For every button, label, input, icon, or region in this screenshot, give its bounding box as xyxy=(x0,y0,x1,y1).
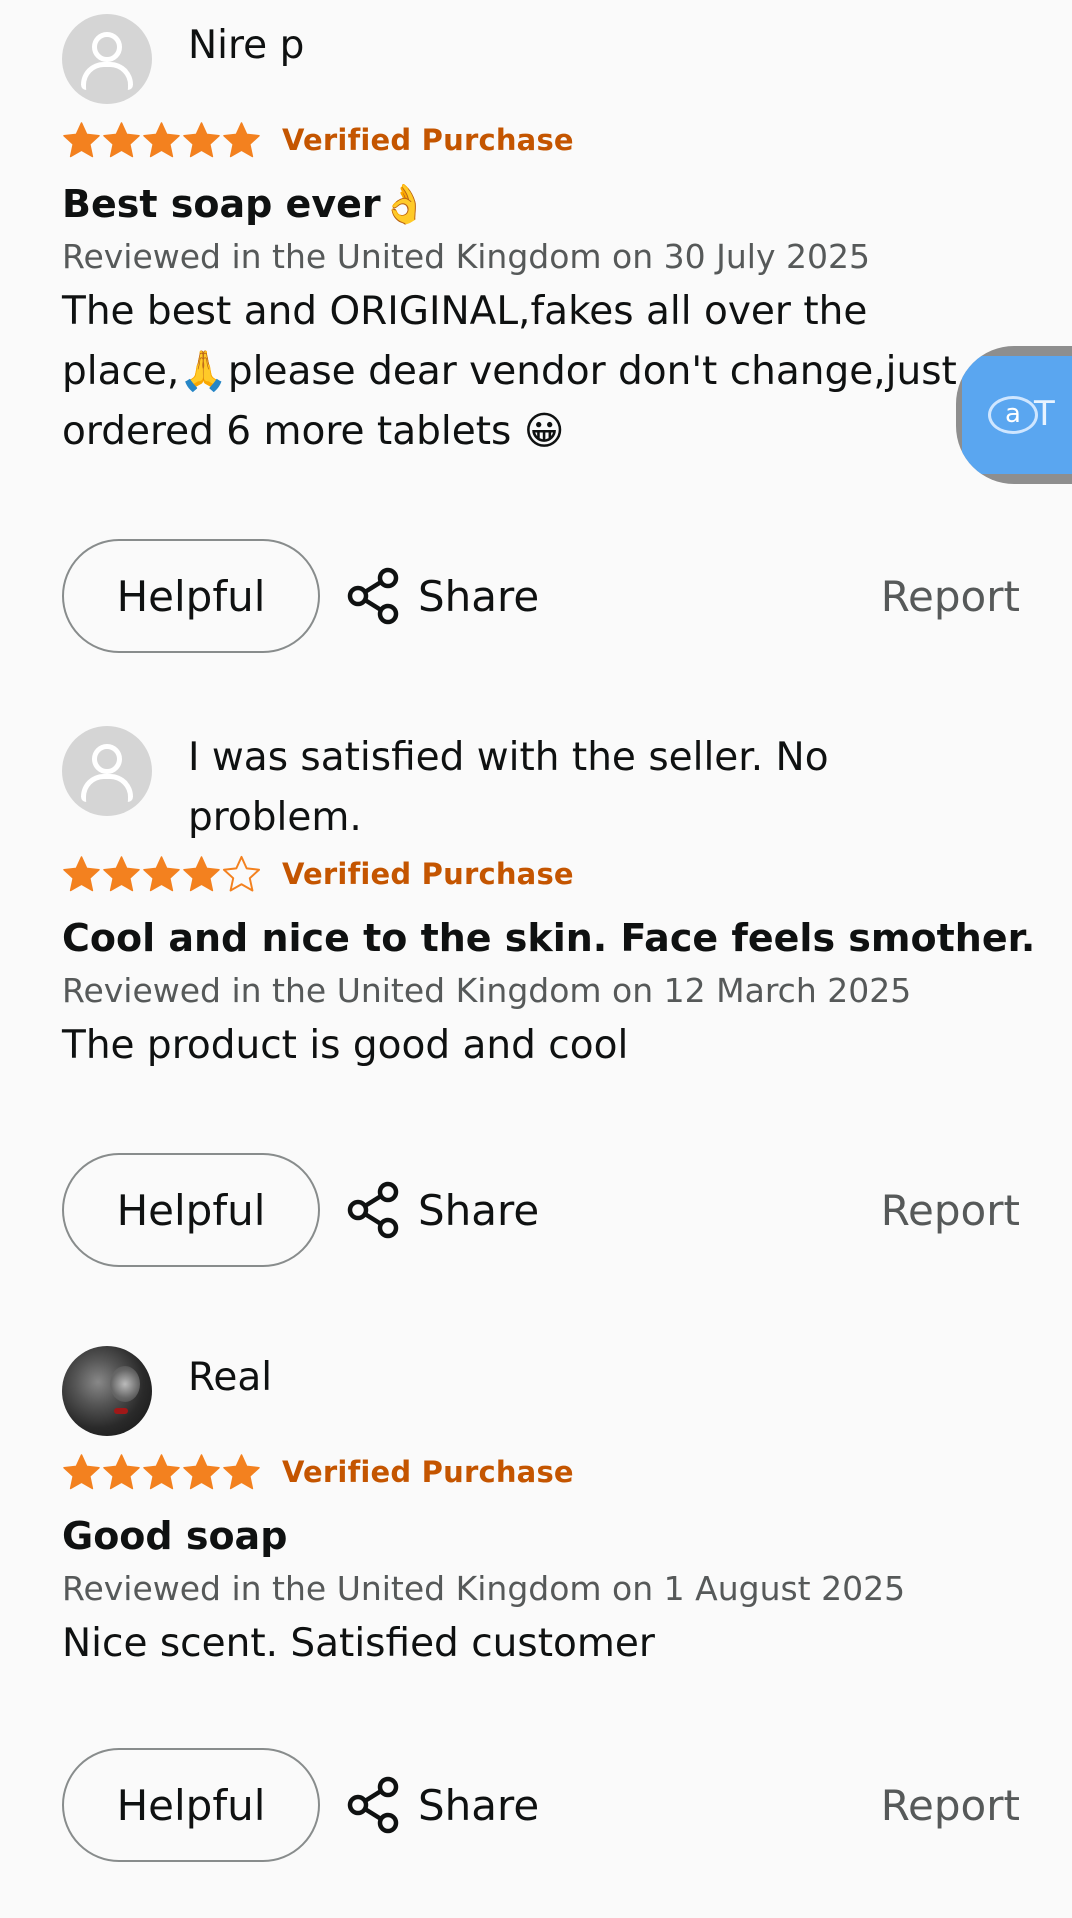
rating-row: Verified Purchase xyxy=(62,114,1022,166)
star-filled-icon xyxy=(223,1453,260,1489)
avatar xyxy=(62,726,152,816)
share-button[interactable]: Share xyxy=(344,566,539,626)
helpful-button[interactable]: Helpful xyxy=(62,539,320,653)
reviewer-row: Real xyxy=(62,1346,1022,1436)
star-rating xyxy=(62,1453,262,1492)
review-actions: Helpful Share Report xyxy=(62,1748,1022,1862)
review-date: Reviewed in the United Kingdom on 30 Jul… xyxy=(62,237,870,276)
star-filled-icon xyxy=(63,1453,100,1489)
review-title: Good soap xyxy=(62,1514,288,1558)
star-rating xyxy=(62,121,262,160)
share-icon xyxy=(347,1776,399,1834)
review-body: Nice scent. Satisfied customer xyxy=(62,1621,655,1666)
rating-row: Verified Purchase xyxy=(62,1446,1022,1498)
translate-floating-button[interactable]: a T xyxy=(956,346,1072,484)
helpful-button[interactable]: Helpful xyxy=(62,1748,320,1862)
star-filled-icon xyxy=(103,855,140,891)
review-card: Nire p Verified Purchase Best soap ever👌… xyxy=(62,14,1022,462)
rating-row: Verified Purchase xyxy=(62,848,1022,900)
share-button[interactable]: Share xyxy=(344,1180,539,1240)
review-body: The best and ORIGINAL,fakes all over the… xyxy=(62,289,957,454)
share-icon xyxy=(347,567,399,625)
verified-purchase-badge: Verified Purchase xyxy=(282,857,574,891)
star-filled-icon xyxy=(143,121,180,157)
star-filled-icon xyxy=(143,1453,180,1489)
star-empty-icon xyxy=(222,855,261,891)
reviewer-name: Real xyxy=(188,1355,273,1400)
verified-purchase-badge: Verified Purchase xyxy=(282,1455,574,1489)
review-date: Reviewed in the United Kingdom on 1 Augu… xyxy=(62,1569,906,1608)
review-title: Cool and nice to the skin. Face feels sm… xyxy=(62,916,1036,960)
report-link[interactable]: Report xyxy=(881,572,1020,621)
star-filled-icon xyxy=(183,121,220,157)
star-filled-icon xyxy=(103,1453,140,1489)
share-label: Share xyxy=(418,1780,540,1830)
review-actions: Helpful Share Report xyxy=(62,1153,1022,1267)
star-filled-icon xyxy=(103,121,140,157)
translate-icon: a T xyxy=(962,356,1072,474)
reviewer-name: Nire p xyxy=(188,23,305,68)
report-link[interactable]: Report xyxy=(881,1781,1020,1830)
review-body: The product is good and cool xyxy=(62,1023,629,1068)
star-filled-icon xyxy=(143,855,180,891)
helpful-button[interactable]: Helpful xyxy=(62,1153,320,1267)
verified-purchase-badge: Verified Purchase xyxy=(282,123,574,157)
star-filled-icon xyxy=(223,121,260,157)
star-filled-icon xyxy=(183,855,220,891)
share-icon xyxy=(347,1181,399,1239)
share-button[interactable]: Share xyxy=(344,1775,539,1835)
share-label: Share xyxy=(418,1185,540,1235)
report-link[interactable]: Report xyxy=(881,1186,1020,1235)
review-title: Best soap ever👌 xyxy=(62,182,428,226)
review-card: I was satisfied with the seller. No prob… xyxy=(62,726,1036,1076)
reviewer-name: I was satisfied with the seller. No prob… xyxy=(188,735,829,840)
share-label: Share xyxy=(418,571,540,621)
review-actions: Helpful Share Report xyxy=(62,539,1022,653)
reviewer-row: Nire p xyxy=(62,14,1022,104)
review-date: Reviewed in the United Kingdom on 12 Mar… xyxy=(62,971,912,1010)
star-rating xyxy=(62,855,262,894)
avatar xyxy=(62,14,152,104)
review-card: Real Verified Purchase Good soap Reviewe… xyxy=(62,1346,1022,1674)
avatar xyxy=(62,1346,152,1436)
star-filled-icon xyxy=(183,1453,220,1489)
star-filled-icon xyxy=(63,855,100,891)
star-filled-icon xyxy=(63,121,100,157)
reviewer-row: I was satisfied with the seller. No prob… xyxy=(62,726,1022,848)
